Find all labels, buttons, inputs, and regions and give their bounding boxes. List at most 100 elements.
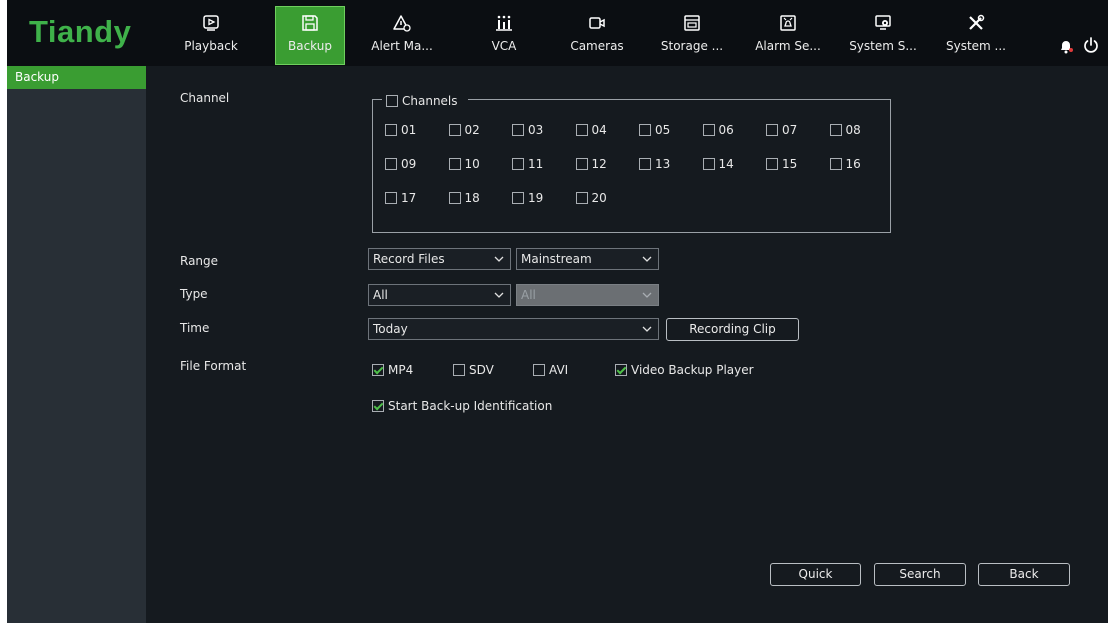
channel-option[interactable]: 20 (575, 191, 607, 205)
channel-option[interactable]: 14 (702, 157, 734, 171)
channel-checkbox[interactable] (575, 158, 588, 170)
power-icon[interactable] (1082, 36, 1100, 54)
channel-number: 18 (464, 191, 480, 205)
format-label: MP4 (388, 363, 414, 377)
channel-checkbox[interactable] (766, 158, 778, 170)
stream-select[interactable]: Mainstream (516, 248, 659, 270)
format-sdv[interactable]: SDV (453, 363, 494, 377)
channel-option[interactable]: 03 (512, 123, 543, 137)
channel-option[interactable]: 16 (829, 157, 861, 171)
time-select[interactable]: Today (368, 318, 659, 340)
channel-option[interactable]: 12 (575, 157, 607, 171)
nav-playback[interactable]: Playback (177, 7, 245, 64)
channel-option[interactable]: 19 (512, 191, 543, 205)
channel-checkbox[interactable] (385, 124, 397, 136)
channel-checkbox[interactable] (385, 158, 397, 170)
format-mp4[interactable]: MP4 (372, 363, 413, 377)
nav-label: Backup (288, 39, 332, 53)
chevron-down-icon (494, 292, 504, 298)
sidebar-item-backup[interactable]: Backup (7, 66, 146, 89)
channel-checkbox[interactable] (448, 124, 461, 136)
sdv-checkbox[interactable] (453, 364, 465, 376)
nav-backup[interactable]: Backup (275, 6, 345, 65)
nav-label: Storage ... (660, 39, 724, 53)
channel-option[interactable]: 09 (385, 157, 416, 171)
channel-checkbox[interactable] (512, 192, 524, 204)
channel-option[interactable]: 18 (448, 191, 480, 205)
file-format-label: File Format (180, 359, 247, 373)
recording-clip-button[interactable]: Recording Clip (666, 318, 799, 341)
channel-checkbox[interactable] (829, 158, 842, 170)
channel-option[interactable]: 02 (448, 123, 480, 137)
top-bar: Tiandy Playback Backup Alert Ma... VCA C… (7, 0, 1108, 66)
video-backup-player-checkbox[interactable] (615, 364, 627, 376)
channel-checkbox[interactable] (829, 124, 842, 136)
channel-checkbox[interactable] (385, 192, 397, 204)
channel-option[interactable]: 11 (512, 157, 543, 171)
channel-option[interactable]: 01 (385, 123, 416, 137)
channel-checkbox[interactable] (702, 124, 715, 136)
channel-number: 14 (718, 157, 734, 171)
nav-label: Playback (184, 39, 238, 53)
channel-number: 19 (528, 191, 544, 205)
format-label: Video Backup Player (631, 363, 754, 377)
channel-option[interactable]: 06 (702, 123, 734, 137)
channel-checkbox[interactable] (448, 192, 461, 204)
channel-checkbox[interactable] (639, 124, 651, 136)
channel-option[interactable]: 15 (766, 157, 797, 171)
nav-storage[interactable]: Storage ... (658, 7, 726, 64)
channel-checkbox[interactable] (512, 158, 524, 170)
channel-number: 09 (401, 157, 417, 171)
channel-number: 07 (782, 123, 798, 137)
channel-option[interactable]: 10 (448, 157, 480, 171)
nav-alert-management[interactable]: Alert Ma... (368, 7, 436, 64)
channel-checkbox[interactable] (575, 192, 588, 204)
nav-vca[interactable]: VCA (470, 7, 538, 64)
start-backup-identification[interactable]: Start Back-up Identification (372, 399, 552, 413)
identification-checkbox[interactable] (372, 400, 384, 412)
channel-option[interactable]: 04 (575, 123, 607, 137)
format-video-backup-player[interactable]: Video Backup Player (615, 363, 754, 377)
range-select[interactable]: Record Files (368, 248, 511, 270)
format-avi[interactable]: AVI (533, 363, 568, 377)
channel-checkbox[interactable] (639, 158, 651, 170)
type-select[interactable]: All (368, 284, 511, 306)
channel-option[interactable]: 17 (385, 191, 416, 205)
tools-icon (942, 14, 1010, 34)
system-settings-icon (849, 14, 917, 34)
channels-select-all[interactable]: Channels (382, 92, 468, 110)
nav-cameras[interactable]: Cameras (563, 7, 631, 64)
nav-label: VCA (491, 39, 517, 53)
mp4-checkbox[interactable] (372, 364, 384, 376)
alert-icon (368, 14, 436, 34)
avi-checkbox[interactable] (533, 364, 545, 376)
nav-system-settings[interactable]: System S... (849, 7, 917, 64)
nav-label: System S... (849, 39, 917, 53)
identification-label: Start Back-up Identification (388, 399, 553, 413)
chevron-down-icon (642, 326, 652, 332)
nav-alarm-settings[interactable]: Alarm Se... (754, 7, 822, 64)
sidebar: Backup (7, 66, 146, 623)
channel-number: 01 (401, 123, 417, 137)
channel-checkbox[interactable] (766, 124, 778, 136)
channel-option[interactable]: 05 (639, 123, 670, 137)
channel-number: 05 (655, 123, 671, 137)
notification-bell-icon[interactable] (1058, 38, 1074, 54)
channel-checkbox[interactable] (448, 158, 461, 170)
search-button[interactable]: Search (874, 563, 966, 586)
playback-icon (177, 14, 245, 34)
channel-option[interactable]: 13 (639, 157, 670, 171)
channel-option[interactable]: 07 (766, 123, 797, 137)
channel-checkbox[interactable] (512, 124, 524, 136)
time-label: Time (180, 321, 210, 335)
nav-label: System ... (945, 39, 1006, 53)
back-button[interactable]: Back (978, 563, 1070, 586)
nav-system[interactable]: System ... (942, 7, 1010, 64)
channel-checkbox[interactable] (702, 158, 715, 170)
channel-number: 16 (845, 157, 861, 171)
quick-button[interactable]: Quick (770, 563, 861, 586)
channel-number: 08 (845, 123, 861, 137)
channel-option[interactable]: 08 (829, 123, 861, 137)
channels-all-checkbox[interactable] (386, 95, 398, 107)
channel-checkbox[interactable] (575, 124, 588, 136)
